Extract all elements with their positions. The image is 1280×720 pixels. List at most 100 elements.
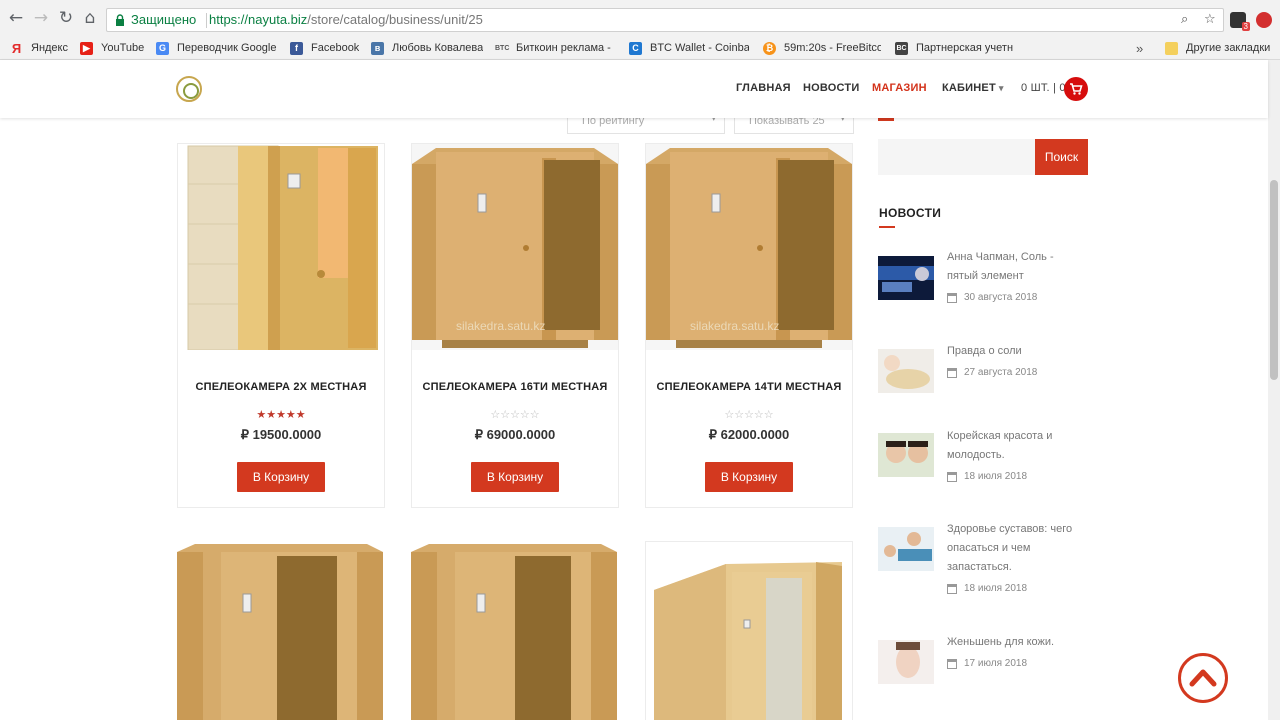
bookmark-label: BTC Wallet - Coinba [650,42,749,54]
bookmark-btc-ads[interactable]: BTC Биткоин реклама - [495,40,611,56]
url-text[interactable]: https://nayuta.biz/store/catalog/busines… [209,12,483,27]
product-image[interactable]: silakedra.satu.kz [646,144,852,350]
chevron-up-icon [1189,669,1217,687]
calendar-icon [947,658,957,669]
facebook-icon: f [290,41,303,55]
scrollbar-thumb[interactable] [1270,180,1278,380]
news-date: 30 августа 2018 [947,292,1037,303]
extension-icon[interactable]: 3 [1230,12,1250,31]
bookmark-other[interactable]: Другие закладки [1165,40,1270,56]
product-card[interactable] [411,542,619,720]
vk-icon: в [371,41,384,55]
bookmark-yandex[interactable]: Я Яндекс [10,40,68,56]
news-thumbnail[interactable] [878,349,934,393]
search-input[interactable] [878,139,1036,175]
news-date: 18 июля 2018 [947,471,1027,482]
product-title[interactable]: СПЕЛЕОКАМЕРА 14ТИ МЕСТНАЯ [646,381,852,393]
add-to-cart-button[interactable]: В Корзину [471,462,559,492]
news-date-text: 17 июля 2018 [964,658,1028,669]
product-card[interactable] [645,541,853,720]
page-scrollbar[interactable] [1268,60,1280,720]
bookmark-label: Любовь Ковалева [392,42,484,54]
add-to-cart-button[interactable]: В Корзину [237,462,325,492]
back-to-top-button[interactable] [1178,653,1228,703]
bookmarks-bar: Я Яндекс ▶ YouTube G Переводчик Google f Fac… [0,36,1280,60]
folder-icon [1165,41,1178,55]
bookmark-freebitco[interactable]: ₿ 59m:20s - FreeBitco [763,40,881,56]
reload-icon[interactable]: ↻ [56,8,76,28]
cart-icon[interactable] [1064,77,1088,101]
zoom-icon[interactable]: ⌕ [1181,12,1188,27]
bookmark-coinbase[interactable]: C BTC Wallet - Coinba [629,40,749,56]
nav-cabinet[interactable]: КАБИНЕТ ▾ [942,82,1004,94]
forward-icon[interactable]: → [31,8,51,28]
product-image[interactable] [646,542,852,720]
bookmark-partner[interactable]: BC Партнерская учетн [895,40,1017,56]
google-translate-icon: G [156,41,169,55]
product-card[interactable]: silakedra.satu.kz СПЕЛЕОКАМЕРА 14ТИ МЕСТ… [645,143,853,508]
cart-summary[interactable]: 0 ШТ. | 0 [1021,82,1066,94]
bookmark-label: YouTube [101,42,145,54]
news-heading-underline [879,226,895,228]
nav-cabinet-label: КАБИНЕТ [942,82,996,94]
site-header: ГЛАВНАЯ НОВОСТИ МАГАЗИН КАБИНЕТ ▾ 0 ШТ. |… [0,60,1268,118]
news-thumbnail[interactable] [878,433,934,477]
btc-text-icon: BTC [495,44,510,52]
calendar-icon [947,292,957,303]
bookmark-label: Facebook [311,42,360,54]
bookmark-label: Партнерская учетн [916,42,1014,54]
yandex-icon: Я [11,40,22,56]
news-thumbnail[interactable] [878,256,934,300]
news-date-text: 18 июля 2018 [964,471,1028,482]
product-card[interactable]: silakedra.satu.kz СПЕЛЕОКАМЕРА 16ТИ МЕСТ… [411,143,619,508]
news-title[interactable]: Здоровье суставов: чего опасаться и чем … [947,520,1087,577]
back-icon[interactable]: ← [6,8,26,28]
add-to-cart-button[interactable]: В Корзину [705,462,793,492]
news-date-text: 18 июля 2018 [964,583,1028,594]
bookmark-youtube[interactable]: ▶ YouTube [80,40,144,56]
bookmark-facebook[interactable]: f Facebook [290,40,359,56]
product-image[interactable] [411,542,617,720]
address-bar[interactable]: Защищено https://nayuta.biz/store/catalo… [106,8,1224,32]
news-title[interactable]: Корейская красота и молодость. [947,427,1087,465]
calendar-icon [947,471,957,482]
product-price: ₽ 19500.0000 [240,427,322,442]
bookmark-star-icon[interactable]: ☆ [1204,12,1216,27]
product-image[interactable] [177,542,383,720]
rating-stars: ☆☆☆☆☆ [490,408,540,421]
news-thumbnail[interactable] [878,527,934,571]
address-separator [206,13,207,28]
bookmark-translate[interactable]: G Переводчик Google [156,40,277,56]
chevron-down-icon: ▾ [998,83,1004,93]
bookmarks-overflow-icon[interactable]: » [1136,40,1143,56]
bookmark-label: Биткоин реклама - [516,42,611,54]
sidebar-accent-line [878,118,894,121]
product-title[interactable]: СПЕЛЕОКАМЕРА 2Х МЕСТНАЯ [178,381,384,393]
nav-news[interactable]: НОВОСТИ [803,82,859,94]
product-title[interactable]: СПЕЛЕОКАМЕРА 16ТИ МЕСТНАЯ [412,381,618,393]
news-date: 18 июля 2018 [947,583,1027,594]
product-card[interactable]: СПЕЛЕОКАМЕРА 2Х МЕСТНАЯ ★★★★★ ₽ 19500.00… [177,143,385,508]
adblock-icon[interactable] [1256,12,1272,28]
bookmark-label: Другие закладки [1186,42,1271,54]
product-image[interactable] [178,144,384,350]
product-price: ₽ 62000.0000 [708,427,790,442]
watermark-text: silakedra.satu.kz [456,319,545,333]
calendar-icon [947,583,957,594]
site-logo[interactable] [176,76,202,102]
product-image[interactable]: silakedra.satu.kz [412,144,618,350]
bookmark-vk[interactable]: в Любовь Ковалева [371,40,483,56]
news-title[interactable]: Анна Чапман, Соль - пятый элемент [947,248,1087,286]
home-icon[interactable]: ⌂ [80,8,100,28]
nav-shop[interactable]: МАГАЗИН [872,82,927,94]
search-button[interactable]: Поиск [1035,139,1088,175]
calendar-icon [947,367,957,378]
news-title[interactable]: Женьшень для кожи. [947,633,1087,652]
product-card[interactable] [177,542,385,720]
secure-label: Защищено [131,12,197,27]
nav-home[interactable]: ГЛАВНАЯ [736,82,791,94]
news-date: 27 августа 2018 [947,367,1037,378]
news-title[interactable]: Правда о соли [947,342,1087,361]
url-path: /store/catalog/business/unit/25 [307,12,483,27]
news-thumbnail[interactable] [878,640,934,684]
